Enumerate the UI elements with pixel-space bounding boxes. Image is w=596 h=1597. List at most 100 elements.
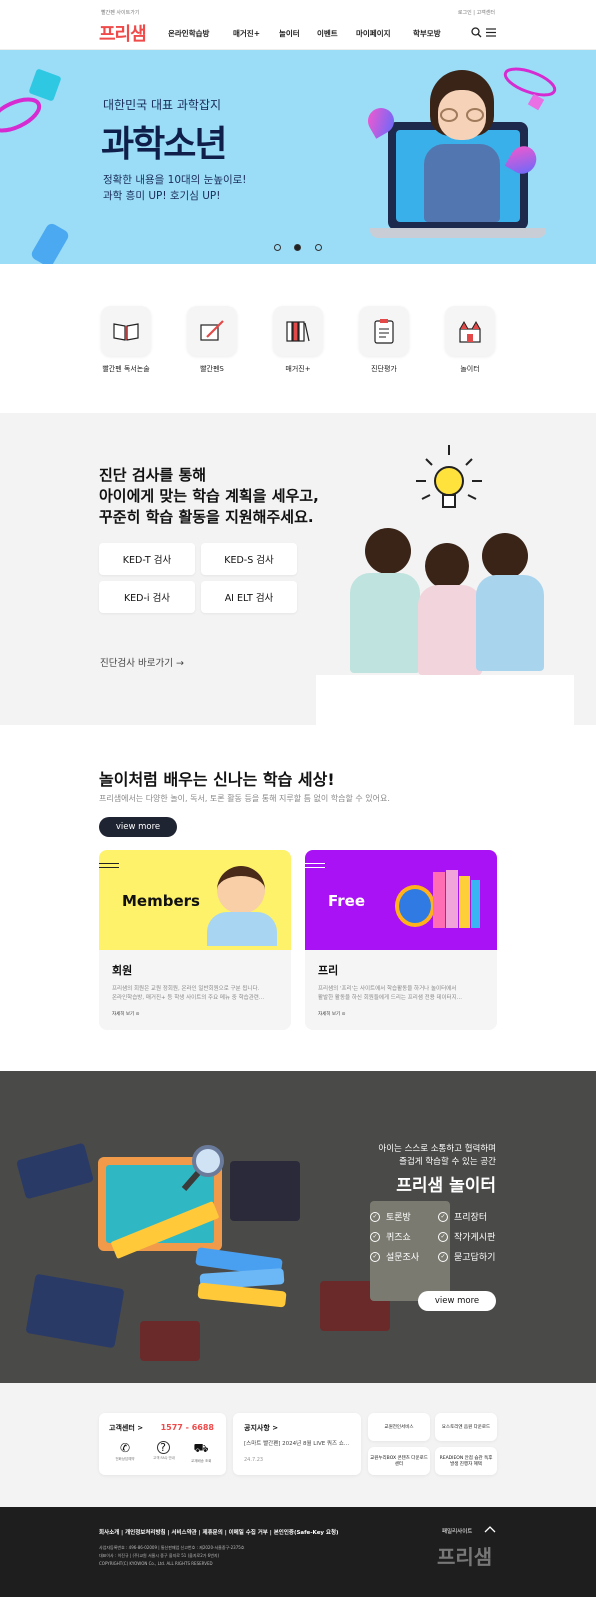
nav-event[interactable]: 이벤트 — [317, 28, 338, 39]
check-icon: ✓ — [438, 1251, 448, 1262]
service-link-2[interactable]: 요스토리엔 음원 다운로드 — [435, 1413, 497, 1441]
site-logo[interactable]: 프리샘 — [99, 20, 147, 46]
customer-center-box: 고객센터 > 1577 - 6688 ✆ 전화상담예약 ? 고객 FAQ 안내 ⛟ 교… — [99, 1413, 226, 1475]
free-card[interactable]: Free 프리 프리샘의 '프리'는 사이트에서 학습활동을 하거나 놀이터에서… — [305, 850, 497, 1030]
lightbulb-icon — [416, 445, 482, 508]
hero-banner[interactable]: 대한민국 대표 과학잡지 과학소년 정확한 내용을 10대의 눈높이로! 과학 … — [0, 50, 596, 264]
quick-label: 매거진+ — [285, 365, 311, 373]
playground-item-survey[interactable]: ✓ 설문조사 — [370, 1250, 419, 1263]
notice-item[interactable]: [스마트 빨간펜] 2024년 8월 LIVE 쿼즈 쇼... — [244, 1439, 349, 1447]
nav-mypage[interactable]: 마이페이지 — [356, 28, 391, 39]
playground-item-label: 작가게시판 — [454, 1233, 496, 1243]
block-decoration — [25, 1273, 125, 1349]
search-icon[interactable] — [471, 27, 482, 38]
faq-link[interactable]: ? 고객 FAQ 안내 — [153, 1441, 175, 1461]
check-icon: ✓ — [370, 1211, 380, 1222]
family-site-label: 패밀리사이트 — [442, 1529, 473, 1535]
service-link-4[interactable]: READIEON 안점 습관 독후 발생 진행자 혜택 — [435, 1447, 497, 1475]
menu-icon[interactable] — [486, 28, 496, 37]
book-stack-icon — [197, 1282, 287, 1308]
quick-playground[interactable]: 놀이터 — [435, 306, 505, 374]
service-link-3[interactable]: 교원누리BOX 콘텐츠 다운로드 센터 — [368, 1447, 430, 1475]
quick-pens[interactable]: 빨간펜S — [177, 306, 247, 374]
footer-copyright: COPYRIGHT(C) KYOWON Co., Ltd. ALL RIGHTS… — [99, 1561, 213, 1566]
nav-playground[interactable]: 놀이터 — [279, 28, 300, 39]
arrow-right-icon: → — [175, 658, 184, 669]
footer-address-1: 사업자등록번호 : 496-86-02009 | 통신판매업 신고번호 : 제2… — [99, 1545, 245, 1550]
laptop-base — [370, 228, 546, 238]
nav-online[interactable]: 온라인학습방 — [168, 28, 209, 39]
clipboard-icon — [359, 306, 409, 356]
ked-t-button[interactable]: KED-T 검사 — [99, 543, 195, 575]
customer-phone[interactable]: 1577 - 6688 — [161, 1423, 214, 1432]
diagnosis-link-label: 진단검사 바로가기 — [100, 658, 173, 669]
playground-item-market[interactable]: ✓ 프리장터 — [438, 1210, 487, 1223]
phone-consult-label: 전화상담예약 — [115, 1457, 135, 1461]
customer-center-title[interactable]: 고객센터 > — [109, 1423, 143, 1433]
service-link-1[interactable]: 교원전인서비스 — [368, 1413, 430, 1441]
book-spine — [471, 880, 480, 928]
footer: 회사소개 | 개인정보처리방침 | 서비스약관 | 제휴문의 | 이메일 수집 … — [0, 1507, 596, 1597]
child-head — [365, 528, 411, 574]
child-body — [476, 575, 544, 671]
hero-line1: 정확한 내용을 10대의 눈높이로! — [103, 174, 247, 186]
glasses-left — [440, 108, 458, 122]
members-more-link[interactable]: 자세히 보기 ⊙ — [112, 1011, 291, 1017]
members-more-label: 자세히 보기 — [112, 1011, 135, 1017]
members-title: 회원 — [112, 964, 133, 977]
ked-i-button[interactable]: KED-i 검사 — [99, 581, 195, 613]
quick-magazine[interactable]: 매거진+ — [263, 306, 333, 374]
playground-item-qna[interactable]: ✓ 묻고답하기 — [438, 1250, 495, 1263]
check-icon: ✓ — [370, 1251, 380, 1262]
ked-s-button[interactable]: KED-S 검사 — [201, 543, 297, 575]
chevron-up-icon[interactable] — [484, 1525, 496, 1533]
delivery-link[interactable]: ⛟ 교재배송 조회 — [191, 1441, 211, 1464]
login-link[interactable]: 로그인 | 고객센터 — [458, 9, 495, 16]
slide-dot-1[interactable] — [274, 244, 281, 251]
block-decoration — [16, 1142, 94, 1200]
members-banner-text: Members — [122, 892, 200, 910]
ai-elt-button[interactable]: AI ELT 검사 — [201, 581, 297, 613]
free-more-label: 자세히 보기 — [318, 1011, 341, 1017]
playground-line1: 아이는 스스로 소통하고 협력하며 — [378, 1144, 496, 1154]
playground-view-more-button[interactable]: view more — [418, 1291, 496, 1311]
quick-reading[interactable]: 빨간펜 독서논술 — [91, 306, 161, 374]
castle-icon — [445, 306, 495, 356]
quick-diagnosis[interactable]: 진단평가 — [349, 306, 419, 374]
faq-label: 고객 FAQ 안내 — [153, 1456, 175, 1460]
nav-magazine[interactable]: 매거진+ — [233, 28, 260, 39]
members-card[interactable]: Members 회원 프리샘의 회원은 교원 정회원, 온라인 일반회원으로 구… — [99, 850, 291, 1030]
diagnosis-link[interactable]: 진단검사 바로가기 → — [100, 655, 184, 669]
playground-item-debate[interactable]: ✓ 토론방 — [370, 1210, 411, 1223]
phone-consult-link[interactable]: ✆ 전화상담예약 — [115, 1441, 135, 1462]
child-body — [350, 573, 420, 673]
playground-line2: 즐겁게 학습할 수 있는 공간 — [399, 1157, 496, 1167]
check-icon: ✓ — [438, 1211, 448, 1222]
free-desc-line2: 활발한 활동을 하신 회원들에게 드리는 프리샘 전용 데이터지... — [318, 994, 462, 1001]
footer-links[interactable]: 회사소개 | 개인정보처리방침 | 서비스약관 | 제휴문의 | 이메일 수집 … — [99, 1528, 339, 1536]
hero-title: 과학소년 — [101, 124, 227, 165]
playground-item-quiz[interactable]: ✓ 퀴즈쇼 — [370, 1230, 411, 1243]
quick-label: 진단평가 — [371, 365, 397, 373]
diagnosis-heading: 진단 검사를 통해 아이에게 맞는 학습 계획을 세우고, 꾸준히 학습 활동을… — [99, 465, 319, 528]
members-desc: 프리샘의 회원은 교원 정회원, 온라인 일반회원으로 구분 됩니다. 온라인학습… — [112, 985, 278, 1003]
slide-dot-2[interactable] — [294, 244, 301, 251]
notice-title[interactable]: 공지사항 > — [244, 1423, 278, 1433]
playground-item-writer[interactable]: ✓ 작가게시판 — [438, 1230, 495, 1243]
nav-parents[interactable]: 학부모방 — [413, 28, 441, 39]
magnifier-icon — [181, 1145, 224, 1191]
family-site-select[interactable]: 패밀리사이트 — [442, 1527, 472, 1535]
family-site-link[interactable]: 빨간펜 사이트가기 — [101, 9, 139, 16]
free-more-link[interactable]: 자세히 보기 ⊙ — [318, 1011, 497, 1017]
delivery-label: 교재배송 조회 — [191, 1459, 212, 1463]
footer-logo: 프리샘 — [437, 1545, 493, 1569]
diagnosis-section: 진단 검사를 통해 아이에게 맞는 학습 계획을 세우고, 꾸준히 학습 활동을… — [0, 413, 596, 725]
free-banner-text: Free — [328, 892, 366, 910]
slide-dot-3[interactable] — [315, 244, 322, 251]
free-desc-line1: 프리샘의 '프리'는 사이트에서 학습활동을 하거나 놀이터에서 — [318, 986, 457, 992]
playground-title: 프리샘 놀이터 — [396, 1176, 496, 1196]
view-more-button[interactable]: view more — [99, 817, 177, 837]
playground-item-label: 묻고답하기 — [454, 1253, 496, 1263]
playground-item-label: 설문조사 — [386, 1253, 420, 1263]
quick-label: 놀이터 — [460, 365, 480, 373]
